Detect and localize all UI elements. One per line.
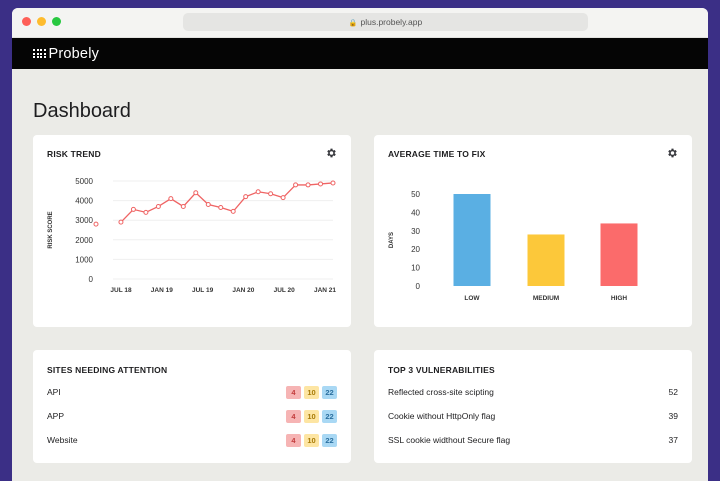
x-tick-label: JUL 18 <box>110 287 132 294</box>
vuln-row[interactable]: SSL cookie widthout Secure flag 37 <box>388 428 678 452</box>
data-point <box>243 194 249 200</box>
medium-count-badge: 10 <box>304 385 319 399</box>
browser-window: 🔒 plus.probely.app Probely Dashboard RISK… <box>12 8 708 481</box>
data-point <box>255 189 261 195</box>
risk-line <box>120 182 334 223</box>
y-tick-label: 2000 <box>75 236 93 245</box>
lock-icon: 🔒 <box>348 20 358 27</box>
site-row[interactable]: APP 4 10 22 <box>47 404 337 428</box>
y-tick-label: 4000 <box>75 197 93 206</box>
page-title: Dashboard <box>33 100 131 122</box>
data-point <box>230 208 236 214</box>
vuln-count: 52 <box>668 387 678 397</box>
high-count-badge: 4 <box>286 385 301 399</box>
browser-titlebar: 🔒 plus.probely.app <box>12 8 708 38</box>
data-point <box>280 195 286 201</box>
data-point <box>318 181 324 187</box>
x-tick-label: LOW <box>464 295 480 302</box>
data-point <box>330 180 336 186</box>
y-tick-label: 5000 <box>75 177 93 186</box>
site-row[interactable]: API 4 10 22 <box>47 380 337 404</box>
medium-count-badge: 10 <box>304 409 319 423</box>
data-point <box>305 182 311 188</box>
data-point <box>93 221 99 227</box>
close-window-button[interactable] <box>22 17 31 26</box>
y-tick-label: 1000 <box>75 255 93 264</box>
avg-time-fix-chart: 0 10 20 30 40 50 DAYS LOW MEDIUM HIGH <box>389 190 638 302</box>
data-point <box>293 182 299 188</box>
data-point <box>118 219 124 225</box>
data-point <box>180 203 186 209</box>
vuln-name[interactable]: SSL cookie widthout Secure flag <box>388 435 669 445</box>
y-tick-label: 3000 <box>75 216 93 225</box>
data-point <box>193 190 199 196</box>
risk-trend-card: RISK TREND 0 1000 2000 3000 4000 5000 RISK SCO… <box>33 135 351 327</box>
x-tick-label: JAN 19 <box>151 287 173 294</box>
x-tick-label: MEDIUM <box>533 295 559 302</box>
top-vulns-card: TOP 3 VULNERABILITIES Reflected cross-si… <box>374 350 692 463</box>
high-count-badge: 4 <box>286 433 301 447</box>
sites-card: SITES NEEDING ATTENTION API 4 10 22 APP … <box>33 350 351 463</box>
address-bar[interactable]: 🔒 plus.probely.app <box>183 13 588 31</box>
vuln-name[interactable]: Reflected cross-site scipting <box>388 387 669 397</box>
y-tick-label: 0 <box>416 282 421 291</box>
y-tick-label: 10 <box>411 264 420 273</box>
medium-count-badge: 10 <box>304 433 319 447</box>
window-controls <box>22 17 61 26</box>
top-vulns-title: TOP 3 VULNERABILITIES <box>388 365 495 375</box>
data-point <box>205 202 211 208</box>
data-point <box>130 206 136 212</box>
severity-badges: 4 10 22 <box>286 385 337 399</box>
data-point <box>218 204 224 210</box>
y-tick-label: 20 <box>411 245 420 254</box>
y-tick-label: 30 <box>411 227 420 236</box>
site-name[interactable]: Website <box>47 435 286 445</box>
site-name[interactable]: APP <box>47 411 286 421</box>
data-point <box>155 203 161 209</box>
minimize-window-button[interactable] <box>37 17 46 26</box>
vuln-row[interactable]: Cookie without HttpOnly flag 39 <box>388 404 678 428</box>
y-tick-label: 50 <box>411 190 420 199</box>
low-count-badge: 22 <box>322 433 337 447</box>
vuln-row[interactable]: Reflected cross-site scipting 52 <box>388 380 678 404</box>
x-tick-label: JUL 20 <box>274 287 296 294</box>
url-text: plus.probely.app <box>360 17 423 27</box>
brand-name[interactable]: Probely <box>49 46 100 62</box>
sites-title: SITES NEEDING ATTENTION <box>47 365 168 375</box>
vuln-count: 37 <box>668 435 678 445</box>
low-count-badge: 22 <box>322 409 337 423</box>
low-count-badge: 22 <box>322 385 337 399</box>
x-tick-label: JUL 19 <box>192 287 214 294</box>
y-axis-label: DAYS <box>389 232 395 248</box>
high-count-badge: 4 <box>286 409 301 423</box>
severity-badges: 4 10 22 <box>286 433 337 447</box>
x-tick-label: JAN 21 <box>314 287 336 294</box>
x-tick-label: HIGH <box>611 295 628 302</box>
app-header: Probely <box>12 38 708 69</box>
risk-trend-chart: 0 1000 2000 3000 4000 5000 RISK SCORE JUL 18 JAN… <box>48 177 336 294</box>
data-point <box>143 209 149 215</box>
y-tick-label: 0 <box>89 275 94 284</box>
y-axis-label: RISK SCORE <box>48 211 54 248</box>
x-tick-label: JAN 20 <box>232 287 254 294</box>
data-point <box>268 191 274 197</box>
bar <box>453 194 491 286</box>
bar <box>527 234 565 286</box>
site-name[interactable]: API <box>47 387 286 397</box>
site-row[interactable]: Website 4 10 22 <box>47 428 337 452</box>
vuln-count: 39 <box>668 411 678 421</box>
y-tick-label: 40 <box>411 208 420 217</box>
probely-logo-icon[interactable] <box>33 49 46 58</box>
maximize-window-button[interactable] <box>52 17 61 26</box>
severity-badges: 4 10 22 <box>286 409 337 423</box>
vuln-name[interactable]: Cookie without HttpOnly flag <box>388 411 669 421</box>
avg-time-fix-card: AVERAGE TIME TO FIX 0 10 20 30 40 50 DAYS LOW ME… <box>374 135 692 327</box>
bar <box>600 223 638 286</box>
data-point <box>168 196 174 202</box>
